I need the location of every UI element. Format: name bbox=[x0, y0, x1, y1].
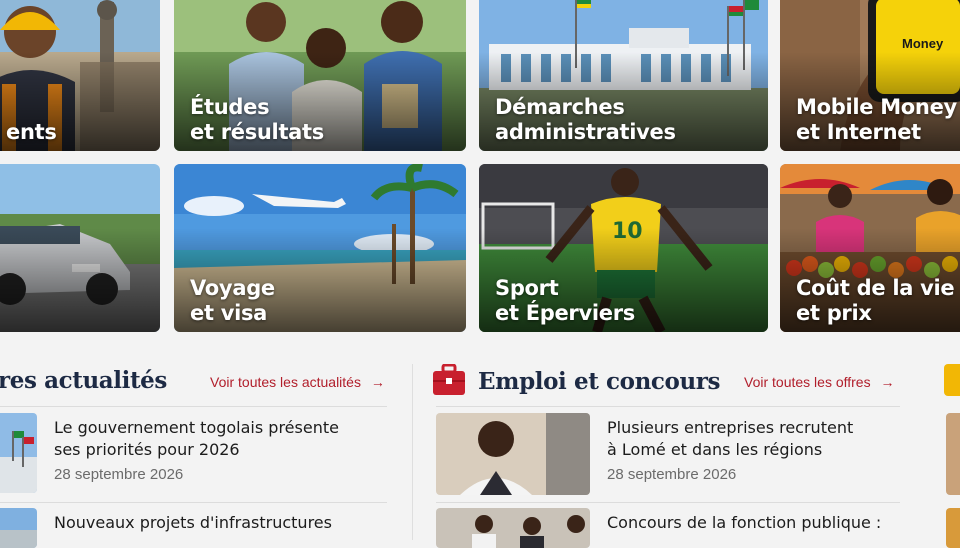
phone-brand: Money bbox=[902, 36, 944, 51]
news-item-title: Nouveaux projets d'infrastructures bbox=[54, 513, 332, 532]
tile-cout-vie[interactable]: Coût de la vie et prix bbox=[780, 164, 960, 332]
jobs-divider bbox=[436, 406, 900, 407]
jobs-see-all-label: Voir toutes les offres bbox=[744, 374, 871, 390]
third-section-thumbnail bbox=[946, 413, 960, 495]
news-divider bbox=[0, 406, 387, 407]
arrow-right-icon: → bbox=[370, 374, 385, 390]
arrow-right-icon: → bbox=[880, 374, 895, 390]
news-see-all-label: Voir toutes les actualités bbox=[210, 374, 361, 390]
news-divider bbox=[0, 502, 387, 503]
news-thumbnail bbox=[0, 413, 37, 493]
news-section-title: res actualités bbox=[0, 367, 167, 394]
tile-caption-line1: Voyage bbox=[190, 276, 275, 300]
column-separator bbox=[412, 364, 413, 540]
tile-caption-line1: Démarches bbox=[495, 95, 625, 119]
tile-caption-line2: et résultats bbox=[190, 120, 324, 144]
job-thumbnail bbox=[436, 508, 590, 548]
briefcase-icon bbox=[432, 363, 466, 396]
news-item-title: Le gouvernement togolais présente ses pri… bbox=[54, 418, 339, 459]
jobs-divider bbox=[436, 502, 900, 503]
jobs-see-all-link[interactable]: Voir toutes les offres → bbox=[744, 374, 894, 390]
job-item-date: 28 septembre 2026 bbox=[607, 466, 737, 483]
job-thumbnail bbox=[436, 413, 590, 495]
tile-caption-line1: Mobile Money bbox=[796, 95, 957, 119]
tile-caption-line2: et visa bbox=[190, 301, 268, 325]
tile-caption-line2: et Internet bbox=[796, 120, 921, 144]
jobs-section-title: Emploi et concours bbox=[478, 368, 721, 395]
tile-etudes[interactable]: Études et résultats bbox=[174, 0, 466, 151]
tile-caption-line2: ents bbox=[6, 120, 57, 144]
job-item-title: Plusieurs entreprises recrutent à Lomé et… bbox=[607, 418, 854, 459]
news-thumbnail bbox=[0, 508, 37, 548]
tile-demarches[interactable]: Démarches administratives bbox=[479, 0, 768, 151]
third-section-icon bbox=[944, 364, 960, 396]
tile-caption-line1: Coût de la vie bbox=[796, 276, 955, 300]
tile-voyage[interactable]: Voyage et visa bbox=[174, 164, 466, 332]
tile-sport[interactable]: 10 Sportet Éperviers bbox=[479, 164, 768, 332]
tile-caption-line1: Études bbox=[190, 95, 270, 119]
third-section-thumbnail bbox=[946, 508, 960, 548]
news-see-all-link[interactable]: Voir toutes les actualités → bbox=[210, 374, 385, 390]
tile-car[interactable] bbox=[0, 164, 160, 332]
tile-mobile-money[interactable]: Money Mobile Money et Internet bbox=[780, 0, 960, 151]
tile-caption-line2: et prix bbox=[796, 301, 872, 325]
tile-caption-line1: Sport bbox=[495, 276, 559, 300]
news-item-date: 28 septembre 2026 bbox=[54, 466, 184, 483]
tile-caption-line2: administratives bbox=[495, 120, 676, 144]
job-item-title: Concours de la fonction publique : bbox=[607, 513, 882, 532]
tile-workers[interactable]: ents bbox=[0, 0, 160, 151]
tile-caption-line2: et Éperviers bbox=[495, 301, 635, 325]
